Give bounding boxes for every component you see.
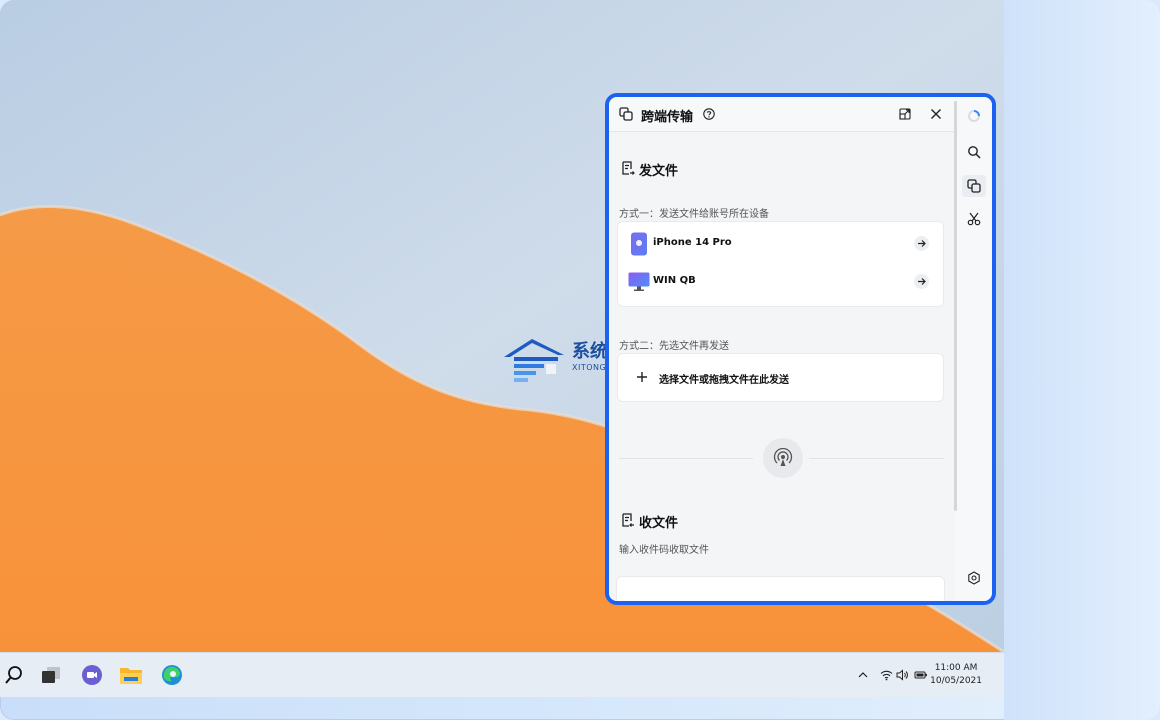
taskbar-file-explorer[interactable] bbox=[117, 661, 145, 689]
clock-date: 10/05/2021 bbox=[930, 676, 982, 686]
search-icon[interactable] bbox=[967, 145, 981, 159]
system-tray bbox=[857, 653, 928, 697]
taskbar-clock[interactable]: 11:00 AM 10/05/2021 bbox=[930, 662, 982, 688]
transfer-icon bbox=[967, 179, 981, 193]
close-icon[interactable] bbox=[930, 108, 942, 120]
device-list: iPhone 14 Pro WIN QB bbox=[617, 221, 944, 307]
airdrop-button[interactable] bbox=[763, 438, 803, 478]
device-name: WIN QB bbox=[653, 275, 696, 286]
send-heading: 发文件 bbox=[639, 164, 679, 179]
clock-time: 11:00 AM bbox=[934, 663, 978, 673]
edge-browser-icon bbox=[162, 665, 182, 685]
method1-caption: 方式一：发送文件给账号所在设备 bbox=[619, 209, 769, 220]
select-file-label: 选择文件或拖拽文件在此发送 bbox=[659, 375, 789, 386]
receive-code-input[interactable] bbox=[616, 576, 945, 601]
search-icon bbox=[5, 666, 22, 684]
phone-icon bbox=[631, 232, 647, 256]
arrow-right-icon bbox=[918, 240, 926, 247]
wifi-icon[interactable] bbox=[880, 669, 893, 681]
task-view-icon bbox=[42, 667, 60, 683]
plus-icon bbox=[637, 372, 647, 382]
panel-title: 跨端传输 bbox=[641, 110, 694, 125]
taskbar-search[interactable] bbox=[0, 661, 28, 689]
receive-heading: 收文件 bbox=[639, 516, 679, 531]
taskbar-task-view[interactable] bbox=[37, 661, 65, 689]
send-to-device-button[interactable] bbox=[914, 274, 929, 289]
scissors-icon[interactable] bbox=[967, 212, 981, 226]
folder-icon bbox=[120, 668, 142, 684]
teams-chat-icon bbox=[82, 665, 102, 685]
select-file-area[interactable]: 选择文件或拖拽文件在此发送 bbox=[617, 353, 944, 402]
panel-sidebar bbox=[957, 97, 992, 601]
send-file-icon bbox=[622, 161, 635, 175]
divider-left bbox=[619, 458, 753, 459]
taskbar-chat[interactable] bbox=[78, 661, 106, 689]
receive-file-icon bbox=[622, 513, 634, 527]
transfer-panel: 跨端传输 发文件 方式一：发送文件给账号所在设备 iPhone 14 Pro W… bbox=[605, 93, 996, 605]
device-name: iPhone 14 Pro bbox=[653, 237, 732, 248]
broadcast-icon bbox=[773, 448, 793, 466]
side-background bbox=[1004, 0, 1160, 720]
chevron-up-icon[interactable] bbox=[857, 669, 869, 681]
device-row-win[interactable]: WIN QB bbox=[618, 263, 943, 301]
monitor-icon bbox=[628, 272, 650, 291]
loading-icon bbox=[968, 110, 980, 122]
receive-caption: 输入收件码收取文件 bbox=[619, 545, 709, 556]
screen: 系统之家 XITONGZHIJIA.NET 跨端传输 bbox=[0, 0, 1160, 720]
device-row-iphone[interactable]: iPhone 14 Pro bbox=[618, 225, 943, 263]
taskbar: 11:00 AM 10/05/2021 bbox=[0, 652, 1004, 697]
taskbar-edge[interactable] bbox=[158, 661, 186, 689]
battery-icon[interactable] bbox=[914, 669, 928, 681]
volume-icon[interactable] bbox=[896, 669, 909, 681]
divider-right bbox=[809, 458, 944, 459]
send-to-device-button[interactable] bbox=[914, 236, 929, 251]
sidebar-transfer-button[interactable] bbox=[962, 175, 986, 197]
help-icon[interactable] bbox=[703, 108, 715, 120]
panel-titlebar: 跨端传输 bbox=[609, 97, 954, 132]
method2-caption: 方式二：先选文件再发送 bbox=[619, 341, 729, 352]
transfer-icon bbox=[619, 107, 633, 121]
panel-content: 跨端传输 发文件 方式一：发送文件给账号所在设备 iPhone 14 Pro W… bbox=[609, 97, 954, 601]
pin-window-icon[interactable] bbox=[899, 108, 911, 120]
arrow-right-icon bbox=[918, 278, 926, 285]
settings-icon[interactable] bbox=[967, 571, 981, 585]
house-logo-icon bbox=[504, 339, 564, 382]
